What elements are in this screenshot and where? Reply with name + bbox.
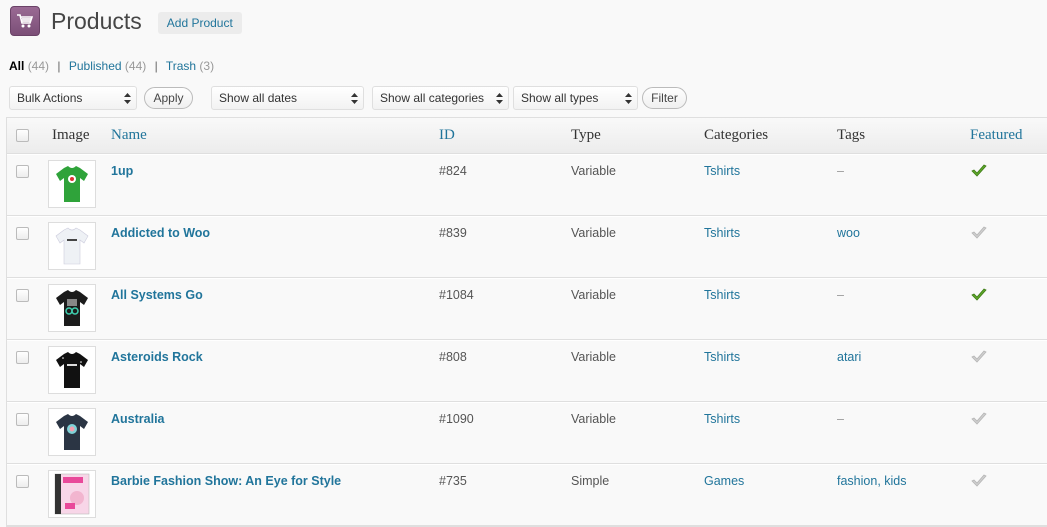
col-name[interactable]: Name bbox=[111, 127, 147, 144]
row-checkbox[interactable] bbox=[16, 289, 29, 302]
product-type: Variable bbox=[571, 164, 616, 178]
product-tags: – bbox=[837, 164, 844, 178]
tshirt-image bbox=[56, 290, 88, 326]
product-type: Variable bbox=[571, 412, 616, 426]
product-thumbnail[interactable] bbox=[48, 470, 96, 518]
tshirt-image bbox=[55, 227, 89, 265]
filter-all-link[interactable]: All bbox=[9, 59, 24, 73]
product-id: #735 bbox=[439, 474, 467, 488]
categories-value: Show all categories bbox=[380, 91, 485, 105]
types-value: Show all types bbox=[521, 91, 599, 105]
product-id: #824 bbox=[439, 164, 467, 178]
page-header: Products Add Product bbox=[10, 6, 242, 36]
product-id: #1090 bbox=[439, 412, 474, 426]
product-tags: fashion, kids bbox=[837, 474, 907, 488]
product-tag-link[interactable]: kids bbox=[884, 474, 906, 488]
table-row: All Systems Go #1084 Variable Tshirts – bbox=[7, 278, 1047, 340]
separator: | bbox=[57, 59, 61, 73]
col-tags: Tags bbox=[837, 127, 866, 143]
select-arrows-icon bbox=[496, 93, 503, 104]
col-categories: Categories bbox=[704, 127, 769, 143]
filter-published-link[interactable]: Published bbox=[69, 59, 122, 73]
table-row: Barbie Fashion Show: An Eye for Style #7… bbox=[7, 464, 1047, 526]
product-category-link[interactable]: Tshirts bbox=[704, 226, 740, 240]
product-thumbnail[interactable] bbox=[48, 160, 96, 208]
col-type: Type bbox=[571, 127, 601, 143]
row-checkbox[interactable] bbox=[16, 475, 29, 488]
product-tag-link[interactable]: woo bbox=[837, 226, 860, 240]
product-name-link[interactable]: Asteroids Rock bbox=[111, 350, 203, 364]
product-category-link[interactable]: Tshirts bbox=[704, 164, 740, 178]
product-id: #1084 bbox=[439, 288, 474, 302]
product-thumbnail[interactable] bbox=[48, 346, 96, 394]
product-category-link[interactable]: Games bbox=[704, 474, 744, 488]
filter-published-count: (44) bbox=[124, 59, 147, 73]
product-name-link[interactable]: 1up bbox=[111, 164, 133, 178]
filter-trash-link[interactable]: Trash bbox=[166, 59, 196, 73]
select-arrows-icon bbox=[351, 93, 358, 104]
cart-icon bbox=[10, 6, 40, 36]
featured-star-off-icon[interactable] bbox=[971, 412, 987, 426]
select-arrows-icon bbox=[625, 93, 632, 104]
types-select[interactable]: Show all types bbox=[513, 86, 638, 110]
featured-star-off-icon[interactable] bbox=[971, 350, 987, 364]
product-tag-link[interactable]: fashion bbox=[837, 474, 877, 488]
dates-value: Show all dates bbox=[219, 91, 298, 105]
row-checkbox[interactable] bbox=[16, 165, 29, 178]
status-filter-links: All (44) | Published (44) | Trash (3) bbox=[9, 59, 214, 73]
product-id: #808 bbox=[439, 350, 467, 364]
apply-button[interactable]: Apply bbox=[144, 87, 193, 109]
select-arrows-icon bbox=[124, 93, 131, 104]
featured-star-off-icon[interactable] bbox=[971, 474, 987, 488]
product-type: Variable bbox=[571, 226, 616, 240]
product-tag-link[interactable]: atari bbox=[837, 350, 861, 364]
dates-select[interactable]: Show all dates bbox=[211, 86, 364, 110]
products-table: Image Name ID Type Categories Tags Featu… bbox=[6, 117, 1047, 527]
categories-select[interactable]: Show all categories bbox=[372, 86, 509, 110]
bulk-actions-select[interactable]: Bulk Actions bbox=[9, 86, 137, 110]
table-row: 1up #824 Variable Tshirts – bbox=[7, 154, 1047, 216]
product-tags: – bbox=[837, 412, 844, 426]
add-product-button[interactable]: Add Product bbox=[157, 11, 242, 34]
product-type: Simple bbox=[571, 474, 610, 488]
product-category-link[interactable]: Tshirts bbox=[704, 288, 740, 302]
product-thumbnail[interactable] bbox=[48, 222, 96, 270]
product-category-link[interactable]: Tshirts bbox=[704, 412, 740, 426]
featured-star-on-icon[interactable] bbox=[971, 288, 987, 302]
product-tags: – bbox=[837, 288, 844, 302]
bulk-actions-value: Bulk Actions bbox=[17, 91, 83, 105]
product-name-link[interactable]: Australia bbox=[111, 412, 165, 426]
select-all-checkbox[interactable] bbox=[16, 129, 29, 142]
tshirt-image bbox=[56, 352, 88, 388]
tshirt-image bbox=[56, 414, 88, 450]
col-image: Image bbox=[52, 127, 90, 143]
col-featured[interactable]: Featured bbox=[970, 127, 1022, 144]
table-row: Australia #1090 Variable Tshirts – bbox=[7, 402, 1047, 464]
product-id: #839 bbox=[439, 226, 467, 240]
filter-button[interactable]: Filter bbox=[642, 87, 687, 109]
product-type: Variable bbox=[571, 288, 616, 302]
table-row: Addicted to Woo #839 Variable Tshirts wo… bbox=[7, 216, 1047, 278]
product-thumbnail[interactable] bbox=[48, 284, 96, 332]
product-name-link[interactable]: All Systems Go bbox=[111, 288, 203, 302]
row-checkbox[interactable] bbox=[16, 413, 29, 426]
row-checkbox[interactable] bbox=[16, 227, 29, 240]
col-id[interactable]: ID bbox=[439, 127, 455, 144]
product-type: Variable bbox=[571, 350, 616, 364]
table-row: Asteroids Rock #808 Variable Tshirts ata… bbox=[7, 340, 1047, 402]
filter-all-count: (44) bbox=[27, 59, 50, 73]
product-name-link[interactable]: Addicted to Woo bbox=[111, 226, 210, 240]
table-header: Image Name ID Type Categories Tags Featu… bbox=[7, 118, 1047, 154]
page-title: Products bbox=[51, 7, 142, 34]
product-name-link[interactable]: Barbie Fashion Show: An Eye for Style bbox=[111, 474, 341, 488]
filter-trash-count: (3) bbox=[199, 59, 215, 73]
featured-star-on-icon[interactable] bbox=[971, 164, 987, 178]
featured-star-off-icon[interactable] bbox=[971, 226, 987, 240]
game-box-image bbox=[54, 473, 90, 515]
tshirt-image bbox=[56, 166, 88, 202]
separator: | bbox=[154, 59, 158, 73]
product-category-link[interactable]: Tshirts bbox=[704, 350, 740, 364]
product-thumbnail[interactable] bbox=[48, 408, 96, 456]
row-checkbox[interactable] bbox=[16, 351, 29, 364]
